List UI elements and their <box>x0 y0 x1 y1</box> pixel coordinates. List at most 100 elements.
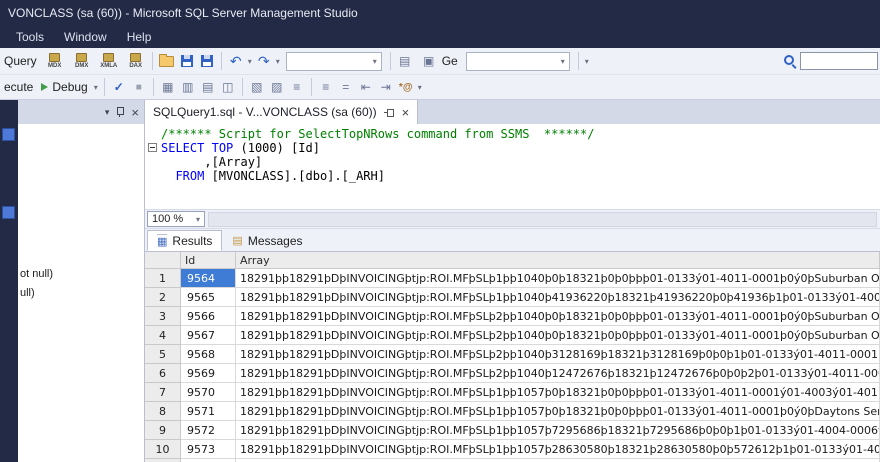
cell-id[interactable]: 9565 <box>181 288 236 307</box>
increase-indent-button[interactable]: ⇥ <box>376 77 396 97</box>
search-input[interactable] <box>800 52 878 70</box>
column-header-array[interactable]: Array <box>236 252 880 269</box>
window-position-icon[interactable]: ▾ <box>105 107 110 118</box>
row-number[interactable]: 2 <box>145 288 181 307</box>
comment-button[interactable]: ≡ <box>316 77 336 97</box>
execute-button[interactable]: ecute <box>0 80 37 94</box>
cell-array[interactable]: 18291þþ18291þDþINVOICINGþtjp:ROI.MFþSLþ1… <box>236 383 880 402</box>
pin-icon[interactable] <box>115 106 125 118</box>
sql-lines: /****** Script for SelectTopNRows comman… <box>145 127 880 183</box>
menu-item[interactable]: Window <box>54 28 117 46</box>
ge-button[interactable]: ▣ Ge <box>415 51 462 71</box>
query-options-button[interactable]: ▤ <box>198 77 218 97</box>
close-icon[interactable]: × <box>402 106 410 119</box>
cell-id[interactable]: 9570 <box>181 383 236 402</box>
undo-button[interactable]: ↶ <box>226 51 246 71</box>
redo-button[interactable]: ↷ <box>254 51 274 71</box>
table-row: 2 9565 18291þþ18291þDþINVOICINGþtjp:ROI.… <box>145 288 880 307</box>
cell-array[interactable]: 18291þþ18291þDþINVOICINGþtjp:ROI.MFþSLþ2… <box>236 326 880 345</box>
play-icon <box>41 83 49 91</box>
row-number[interactable]: 9 <box>145 421 181 440</box>
decrease-indent-button[interactable]: ⇤ <box>356 77 376 97</box>
debug-button[interactable]: Debug <box>37 80 91 94</box>
docked-window-icon-2[interactable] <box>2 206 15 219</box>
debug-dropdown-icon[interactable]: ▾ <box>92 83 100 92</box>
intellisense-button[interactable]: ◫ <box>218 77 238 97</box>
parse-button[interactable]: ✓ <box>109 77 129 97</box>
toolbar-combobox-2[interactable]: ▾ <box>465 51 570 71</box>
tree-item-fragment[interactable]: ot null) <box>20 268 53 280</box>
query-type-button[interactable]: DMX <box>70 52 94 70</box>
cell-array[interactable]: 18291þþ18291þDþINVOICINGþtjp:ROI.MFþSLþ1… <box>236 288 880 307</box>
actual-plan-button[interactable]: ▦ <box>158 77 178 97</box>
save-all-button[interactable] <box>197 51 217 71</box>
results-to-text-button[interactable]: ▧ <box>247 77 267 97</box>
cell-id[interactable]: 9569 <box>181 364 236 383</box>
open-file-button[interactable] <box>157 51 177 71</box>
results-to-file-button[interactable]: ≡ <box>287 77 307 97</box>
row-number[interactable]: 5 <box>145 345 181 364</box>
stop-button[interactable]: ■ <box>129 77 149 97</box>
cell-array[interactable]: 18291þþ18291þDþINVOICINGþtjp:ROI.MFþSLþ1… <box>236 402 880 421</box>
menu-item[interactable]: Help <box>117 28 162 46</box>
row-number[interactable]: 6 <box>145 364 181 383</box>
sql-editor[interactable]: /****** Script for SelectTopNRows comman… <box>145 124 880 209</box>
collapse-box-icon[interactable] <box>145 143 161 154</box>
cell-array[interactable]: 18291þþ18291þDþINVOICINGþtjp:ROI.MFþSLþ1… <box>236 421 880 440</box>
query-type-button[interactable]: DAX <box>124 52 148 70</box>
docked-panel-strip <box>0 100 18 462</box>
row-number[interactable]: 7 <box>145 383 181 402</box>
client-statistics-button[interactable]: ▥ <box>178 77 198 97</box>
tab-results[interactable]: ▦ Results <box>147 230 223 251</box>
cell-id[interactable]: 9566 <box>181 307 236 326</box>
cell-id[interactable]: 9571 <box>181 402 236 421</box>
cell-array[interactable]: 18291þþ18291þDþINVOICINGþtjp:ROI.MFþSLþ2… <box>236 345 880 364</box>
toolbar-combobox-1[interactable]: ▾ <box>285 51 382 71</box>
save-button[interactable] <box>177 51 197 71</box>
cell-id[interactable]: 9572 <box>181 421 236 440</box>
cell-id[interactable]: 9564 <box>181 269 236 288</box>
tree-item-fragment[interactable]: ull) <box>20 287 35 299</box>
horizontal-scrollbar[interactable] <box>208 211 877 227</box>
table-row: 8 9571 18291þþ18291þDþINVOICINGþtjp:ROI.… <box>145 402 880 421</box>
zoom-dropdown[interactable]: 100 % ▾ <box>147 211 205 227</box>
document-tab[interactable]: SQLQuery1.sql - V...VONCLASS (sa (60)) × <box>145 100 419 124</box>
results-to-grid-button[interactable]: ▨ <box>267 77 287 97</box>
table-row: 9 9572 18291þþ18291þDþINVOICINGþtjp:ROI.… <box>145 421 880 440</box>
row-number[interactable]: 8 <box>145 402 181 421</box>
grid-corner-header[interactable] <box>145 252 181 269</box>
row-number[interactable]: 4 <box>145 326 181 345</box>
search-button[interactable] <box>780 51 800 71</box>
menu-item[interactable]: Tools <box>6 28 54 46</box>
row-number[interactable]: 10 <box>145 440 181 459</box>
column-header-id[interactable]: Id <box>181 252 236 269</box>
cell-array[interactable]: 18291þþ18291þDþINVOICINGþtjp:ROI.MFþSLþ1… <box>236 269 880 288</box>
debug-button-label: Debug <box>52 80 88 94</box>
toolbar-overflow-icon[interactable]: ▾ <box>583 57 591 66</box>
cell-id[interactable]: 9573 <box>181 440 236 459</box>
query-type-button[interactable]: MDX <box>43 52 67 70</box>
template-parameters-button[interactable]: *@ <box>396 77 416 97</box>
save-all-icon <box>200 55 213 67</box>
redo-dropdown-icon[interactable]: ▾ <box>274 57 282 66</box>
docked-window-icon-1[interactable] <box>2 128 15 141</box>
cell-id[interactable]: 9567 <box>181 326 236 345</box>
uncomment-button[interactable]: = <box>336 77 356 97</box>
undo-dropdown-icon[interactable]: ▾ <box>246 57 254 66</box>
tab-messages[interactable]: ▤ Messages <box>222 230 312 251</box>
messages-icon: ▤ <box>232 235 243 247</box>
row-number[interactable]: 1 <box>145 269 181 288</box>
toolbar-separator <box>152 78 154 96</box>
cell-id[interactable]: 9568 <box>181 345 236 364</box>
pin-icon[interactable] <box>383 107 395 118</box>
row-number[interactable]: 3 <box>145 307 181 326</box>
new-query-button[interactable]: Query <box>0 54 41 68</box>
cell-array[interactable]: 18291þþ18291þDþINVOICINGþtjp:ROI.MFþSLþ2… <box>236 307 880 326</box>
toolbar-overflow-icon[interactable]: ▾ <box>416 83 424 92</box>
cell-array[interactable]: 18291þþ18291þDþINVOICINGþtjp:ROI.MFþSLþ2… <box>236 364 880 383</box>
script-button[interactable]: ▤ <box>395 51 415 71</box>
query-type-button[interactable]: XMLA <box>97 52 121 70</box>
close-icon[interactable]: × <box>131 106 139 119</box>
cell-array[interactable]: 18291þþ18291þDþINVOICINGþtjp:ROI.MFþSLþ1… <box>236 440 880 459</box>
